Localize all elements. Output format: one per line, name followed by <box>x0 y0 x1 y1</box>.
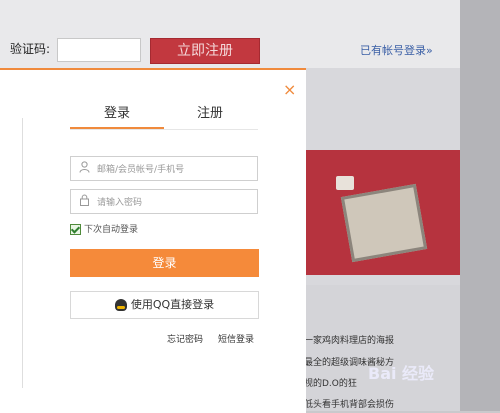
background-right-edge <box>460 0 500 411</box>
camera-icon <box>336 176 354 190</box>
existing-account-login-link[interactable]: 已有帐号登录» <box>360 42 433 58</box>
qq-penguin-icon <box>114 299 127 311</box>
remember-label: 下次自动登录 <box>84 225 139 235</box>
close-icon[interactable]: × <box>283 80 296 99</box>
login-button[interactable]: 登录 <box>70 249 259 277</box>
register-now-button[interactable]: 立即注册 <box>150 38 260 64</box>
promo-image <box>306 150 460 275</box>
news-panel <box>306 285 460 411</box>
qq-login-label: 使用QQ直接登录 <box>130 298 215 311</box>
baidu-jingyan-watermark: Bai 经验 <box>368 364 435 383</box>
password-placeholder: 请输入密码 <box>97 198 143 208</box>
tab-register[interactable]: 注册 <box>197 102 223 121</box>
tab-login[interactable]: 登录 <box>104 102 130 121</box>
user-icon <box>79 161 91 175</box>
sms-login-link[interactable]: 短信登录 <box>218 332 254 345</box>
password-field[interactable]: 请输入密码 <box>70 189 258 214</box>
captcha-input[interactable] <box>57 38 141 62</box>
remember-checkbox[interactable] <box>70 224 81 235</box>
forgot-password-link[interactable]: 忘记密码 <box>167 332 203 345</box>
account-field[interactable]: 邮箱/会员帐号/手机号 <box>70 156 258 181</box>
account-placeholder: 邮箱/会员帐号/手机号 <box>97 165 185 175</box>
tab-divider <box>70 129 258 130</box>
captcha-label: 验证码: <box>10 42 51 56</box>
qq-login-button[interactable]: 使用QQ直接登录 <box>70 291 259 319</box>
login-modal: × 登录 注册 邮箱/会员帐号/手机号 请输入密码 下次自动登录 登录 使用QQ… <box>0 68 306 413</box>
remember-me[interactable]: 下次自动登录 <box>70 222 138 235</box>
lock-icon <box>79 194 91 208</box>
modal-divider <box>22 118 23 388</box>
tv-illustration <box>340 183 428 263</box>
